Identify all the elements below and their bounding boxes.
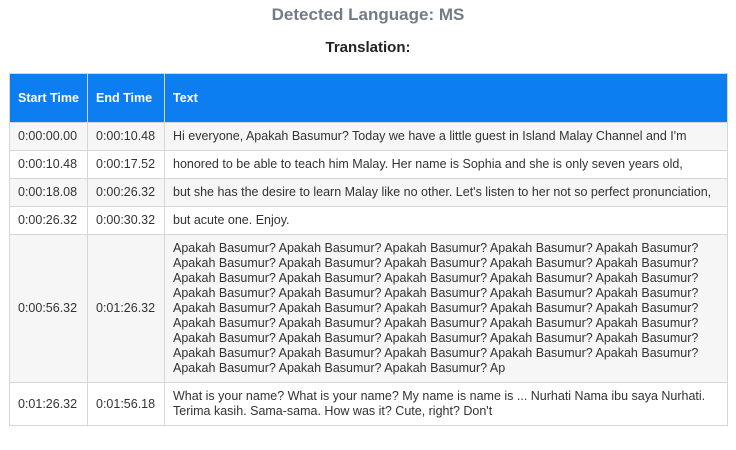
column-header-end-time: End Time [87, 73, 165, 123]
end-time-cell: 0:00:30.32 [87, 206, 165, 235]
end-time-cell: 0:01:26.32 [87, 234, 165, 383]
start-time-cell: 0:00:18.08 [9, 178, 88, 207]
transcript-table: Start Time End Time Text 0:00:00.00 0:00… [9, 73, 728, 426]
text-cell: Apakah Basumur? Apakah Basumur? Apakah B… [164, 234, 728, 383]
start-time-cell: 0:00:26.32 [9, 206, 88, 235]
table-row: 0:00:00.00 0:00:10.48 Hi everyone, Apaka… [9, 122, 728, 151]
table-header: Start Time End Time Text [9, 73, 728, 123]
table-header-row: Start Time End Time Text [9, 73, 728, 123]
end-time-cell: 0:00:17.52 [87, 150, 165, 179]
start-time-cell: 0:01:26.32 [9, 382, 88, 426]
end-time-cell: 0:00:10.48 [87, 122, 165, 151]
text-cell: but acute one. Enjoy. [164, 206, 728, 235]
column-header-text: Text [164, 73, 728, 123]
end-time-cell: 0:01:56.18 [87, 382, 165, 426]
table-row: 0:01:26.32 0:01:56.18 What is your name?… [9, 382, 728, 426]
table-row: 0:00:26.32 0:00:30.32 but acute one. Enj… [9, 206, 728, 235]
column-header-start-time: Start Time [9, 73, 88, 123]
table-row: 0:00:10.48 0:00:17.52 honored to be able… [9, 150, 728, 179]
text-cell: What is your name? What is your name? My… [164, 382, 728, 426]
text-cell: honored to be able to teach him Malay. H… [164, 150, 728, 179]
translation-heading: Translation: [325, 39, 411, 56]
table-row: 0:00:18.08 0:00:26.32 but she has the de… [9, 178, 728, 207]
text-cell: but she has the desire to learn Malay li… [164, 178, 728, 207]
start-time-cell: 0:00:10.48 [9, 150, 88, 179]
end-time-cell: 0:00:26.32 [87, 178, 165, 207]
table-row: 0:00:56.32 0:01:26.32 Apakah Basumur? Ap… [9, 234, 728, 383]
start-time-cell: 0:00:56.32 [9, 234, 88, 383]
detected-language-heading: Detected Language: MS [271, 5, 465, 24]
text-cell: Hi everyone, Apakah Basumur? Today we ha… [164, 122, 728, 151]
table-body: 0:00:00.00 0:00:10.48 Hi everyone, Apaka… [9, 122, 728, 426]
start-time-cell: 0:00:00.00 [9, 122, 88, 151]
